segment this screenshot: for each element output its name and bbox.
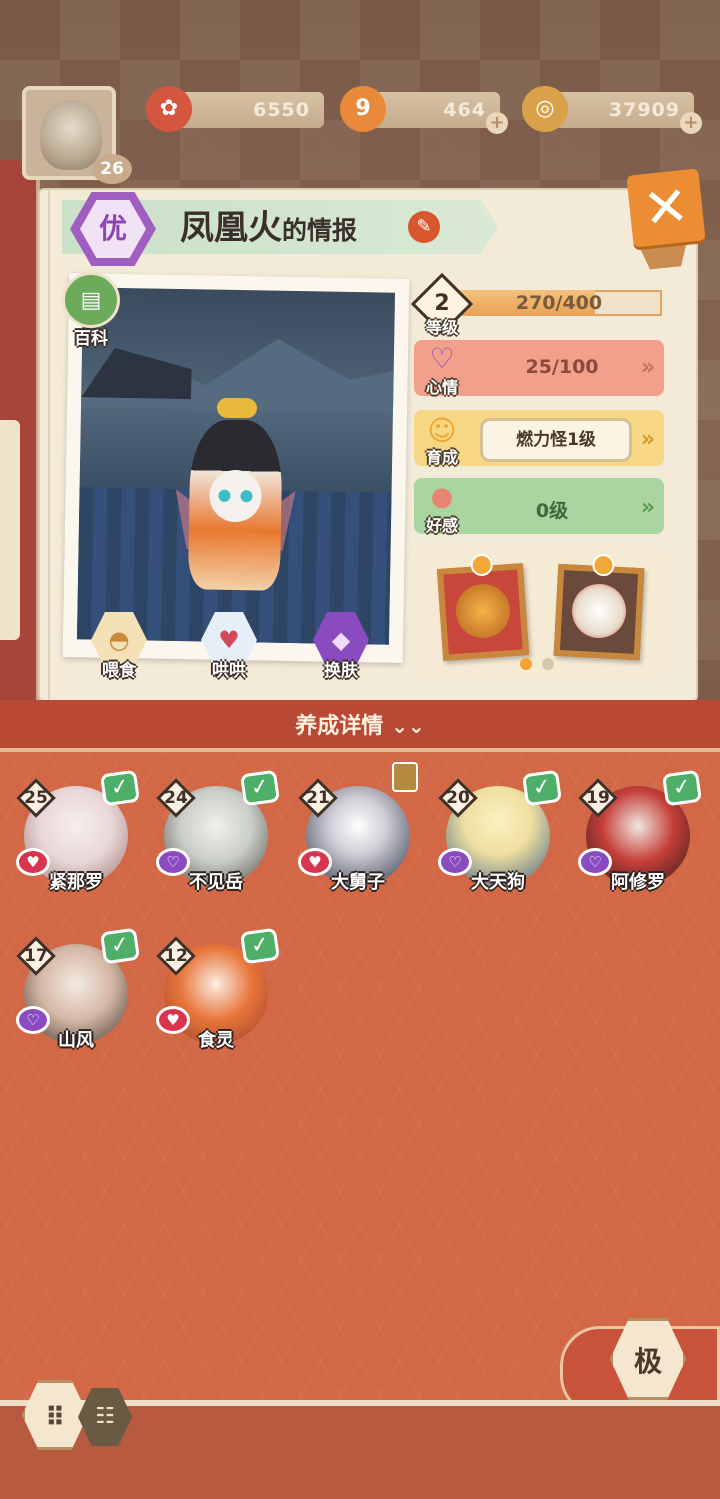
level-badge: 25: [16, 778, 56, 818]
mood-value: 25/100: [525, 356, 599, 378]
check-icon: ✓: [661, 769, 703, 807]
smile-pin-icon: [469, 553, 494, 577]
close-icon: ✕: [640, 173, 692, 242]
level-badge: 20: [438, 778, 478, 818]
smile-pin-icon: [591, 553, 616, 577]
favorite-food-frame[interactable]: [436, 553, 530, 661]
panel-margin-line: [40, 190, 50, 700]
training-label: 育成: [425, 448, 458, 467]
affection-label: 好感: [425, 516, 458, 535]
level-badge: 19: [578, 778, 618, 818]
shikigami-name: 大舅子: [331, 872, 385, 893]
check-icon: ✓: [521, 769, 563, 807]
mask-icon: [570, 582, 628, 640]
shikigami-card[interactable]: 21 ♥ 大舅子: [298, 762, 418, 898]
list-icon: ☷: [95, 1404, 115, 1429]
character-hair-ornament: [216, 397, 258, 419]
avatar-portrait: [40, 100, 102, 170]
chevron-down-icon: ⌄⌄: [391, 714, 425, 738]
shikigami-card[interactable]: 19 ✓ ♡ 阿修罗: [578, 769, 703, 898]
level-badge: 17: [16, 936, 56, 976]
level-label: 等级: [425, 318, 458, 337]
building-icon: [392, 762, 418, 792]
section-title: 养成详情: [295, 714, 384, 739]
roof-shape: [81, 347, 192, 399]
plum-blossom-icon: ✿: [146, 86, 192, 132]
affection-arrow-icon: »: [640, 495, 656, 520]
feed-label: 喂食: [102, 661, 136, 681]
shikigami-card[interactable]: 20 ✓ ♡ 大天狗: [438, 769, 563, 898]
level-badge: 12: [156, 936, 196, 976]
level-exp-text: 270/400: [515, 292, 603, 314]
shikigami-name: 紧那罗: [49, 872, 103, 893]
check-icon: ✓: [99, 927, 141, 965]
shikigami-name: 凤凰火: [180, 208, 282, 248]
shikigami-card[interactable]: 17 ✓ ♡ 山风: [16, 927, 141, 1056]
page-title: 凤凰火的情报: [180, 206, 357, 250]
shikigami-card[interactable]: 24 ✓ ♡ 不见岳: [156, 769, 281, 898]
shikigami-name: 山风: [58, 1030, 94, 1051]
favorite-item-frame[interactable]: [553, 553, 645, 661]
training-arrow-icon: »: [640, 427, 656, 452]
add-coin-button[interactable]: +: [680, 112, 702, 134]
add-magatama-button[interactable]: +: [486, 112, 508, 134]
change-skin-button[interactable]: ◆ 换肤: [304, 612, 378, 684]
shikigami-name: 大天狗: [471, 872, 525, 893]
shikigami-name: 不见岳: [189, 872, 243, 893]
carousel-dot: [542, 658, 554, 670]
section-title-row[interactable]: 养成详情 ⌄⌄: [0, 706, 720, 747]
shikigami-card[interactable]: 25 ✓ ♥ 紧那罗: [16, 769, 141, 898]
coax-label: 哄哄: [212, 661, 246, 681]
tempura-icon: [454, 582, 512, 640]
carousel-dot-active: [520, 658, 532, 670]
book-icon: ▤: [62, 272, 120, 328]
currency-plum-value: 6550: [170, 92, 324, 128]
check-icon: ✓: [239, 927, 281, 965]
coin-icon: ◎: [522, 86, 568, 132]
grid-icon: ⠿: [44, 1403, 66, 1433]
check-icon: ✓: [239, 769, 281, 807]
check-icon: ✓: [99, 769, 141, 807]
shikigami-card[interactable]: 12 ✓ ♥ 食灵: [156, 927, 281, 1056]
pencil-icon: ✎: [416, 216, 432, 237]
encyclopedia-label: 百科: [74, 329, 108, 349]
carousel-indicator: [518, 658, 562, 670]
affection-value: 0级: [535, 500, 569, 522]
close-button[interactable]: ✕: [626, 168, 706, 248]
title-suffix: 的情报: [282, 216, 358, 245]
shikigami-name: 阿修罗: [611, 872, 665, 893]
feed-button[interactable]: ◓ 喂食: [82, 612, 156, 684]
left-paper-tab: [0, 420, 20, 640]
currency-coin-value: 37909: [546, 92, 694, 128]
shikigami-name: 食灵: [198, 1030, 234, 1051]
magatama-icon: 9: [340, 86, 386, 132]
coax-button[interactable]: ♥ 哄哄: [192, 612, 266, 684]
player-level: 26: [92, 154, 132, 184]
encyclopedia-button[interactable]: ▤ 百科: [56, 272, 126, 352]
rename-button[interactable]: ✎: [408, 211, 440, 243]
mood-arrow-icon: »: [640, 355, 656, 380]
level-badge: 24: [156, 778, 196, 818]
change-skin-label: 换肤: [324, 661, 358, 681]
level-badge: 21: [298, 778, 338, 818]
training-value[interactable]: 燃力怪1级: [480, 418, 632, 462]
mood-label: 心情: [425, 378, 458, 397]
